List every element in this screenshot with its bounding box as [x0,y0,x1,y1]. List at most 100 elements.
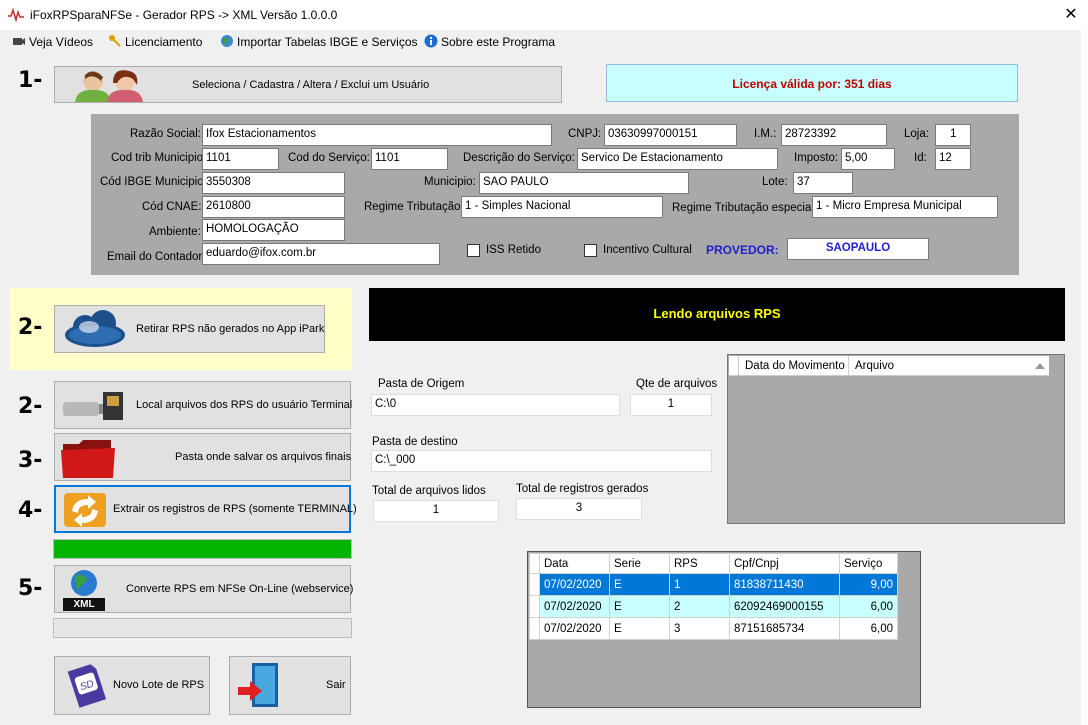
local-arquivos-label: Local arquivos dos RPS do usuário Termin… [136,399,353,411]
pasta-origem-field[interactable]: C:\0 [371,394,620,416]
local-arquivos-button[interactable]: Local arquivos dos RPS do usuário Termin… [54,381,353,429]
globe-icon [220,34,234,48]
app-logo-icon [8,8,24,22]
col-data[interactable]: Data [539,553,610,574]
col-data-movimento[interactable]: Data do Movimento [745,360,845,372]
col-servico[interactable]: Serviço [839,553,898,574]
sair-label: Sair [326,679,346,691]
cnpj-field[interactable]: 03630997000151 [604,124,737,146]
cod-servico-field[interactable]: 1101 [371,148,448,170]
ibge-field[interactable]: 3550308 [202,172,345,194]
title-bar: iFoxRPSparaNFSe - Gerador RPS -> XML Ver… [0,0,1088,30]
loja-label: Loja: [904,128,929,140]
extrair-registros-button[interactable]: Extrair os registros de RPS (somente TER… [54,485,357,534]
sair-button[interactable]: Sair [229,656,351,715]
total-lidos-label: Total de arquivos lidos [372,485,486,497]
imposto-field[interactable]: 5,00 [841,148,895,170]
step-1-label: 1- [18,68,43,93]
lote-field[interactable]: 37 [793,172,853,194]
key-icon [108,34,122,48]
status-banner-text: Lendo arquivos RPS [653,306,781,321]
col-arquivo[interactable]: Arquivo [855,360,894,372]
pasta-destino-field[interactable]: C:\_000 [371,450,712,472]
regime-especial-field[interactable]: 1 - Micro Empresa Municipal [812,196,998,218]
id-field[interactable]: 12 [935,148,971,170]
imposto-label: Imposto: [794,152,839,164]
cnae-field[interactable]: 2610800 [202,196,345,218]
total-gerados-label: Total de registros gerados [516,483,649,495]
menu-licenciamento[interactable]: Licenciamento [108,34,202,52]
col-serie[interactable]: Serie [609,553,670,574]
extrair-registros-label: Extrair os registros de RPS (somente TER… [113,503,357,515]
menu-sobre[interactable]: Sobre este Programa [424,34,555,52]
qte-arquivos-label: Qte de arquivos [636,378,718,390]
license-text: Licença válida por: 351 dias [732,77,892,91]
user-manage-button[interactable]: Seleciona / Cadastra / Altera / Exclui u… [54,66,562,103]
cell-serie: E [609,573,670,596]
cell-servico: 6,00 [839,595,898,618]
row-selector[interactable] [529,595,540,618]
razao-social-field[interactable]: Ifox Estacionamentos [202,124,552,146]
pasta-destino-label: Pasta onde salvar os arquivos finais [175,451,352,463]
menu-bar: Veja Vídeos Licenciamento Importar Tabel… [0,30,1088,54]
table-row[interactable]: 07/02/2020 E 3 87151685734 6,00 [529,617,898,640]
close-icon[interactable]: ✕ [1061,4,1081,23]
table-row[interactable]: 07/02/2020 E 2 62092469000155 6,00 [529,595,898,618]
cell-data: 07/02/2020 [539,573,610,596]
row-selector[interactable] [529,617,540,640]
extract-box-icon [60,489,110,534]
cod-trib-field[interactable]: 1101 [202,148,279,170]
cell-cpf-cnpj: 87151685734 [729,617,840,640]
cell-rps: 3 [669,617,730,640]
menu-veja-videos[interactable]: Veja Vídeos [12,34,93,52]
retirar-rps-button[interactable]: Retirar RPS não gerados no App iPark [54,305,325,353]
col-rps[interactable]: RPS [669,553,730,574]
iss-retido-checkbox[interactable] [467,244,480,257]
novo-lote-button[interactable]: SD Novo Lote de RPS [54,656,210,715]
xml-globe-icon: XML [61,568,107,612]
menu-label: Licenciamento [125,35,203,49]
pasta-origem-label: Pasta de Origem [378,378,465,390]
municipio-label: Municipio: [424,176,476,188]
step-2b-label: 2- [18,394,43,419]
rps-grid[interactable]: Data Serie RPS Cpf/Cnpj Serviço 07/02/20… [527,551,921,708]
exit-door-icon [236,661,286,714]
col-cpf-cnpj[interactable]: Cpf/Cnpj [729,553,840,574]
menu-importar-tabelas[interactable]: Importar Tabelas IBGE e Serviços [220,34,418,52]
incentivo-label: Incentivo Cultural [603,244,692,256]
cell-serie: E [609,595,670,618]
cnae-label: Cód CNAE: [142,201,202,213]
cell-cpf-cnpj: 62092469000155 [729,595,840,618]
step-5-label: 5- [18,576,43,601]
folder-icon [59,436,119,483]
provedor-field: SAOPAULO [787,238,929,260]
pasta-destino-button[interactable]: Pasta onde salvar os arquivos finais [54,433,351,481]
municipio-field[interactable]: SAO PAULO [479,172,689,194]
menu-label: Importar Tabelas IBGE e Serviços [237,35,418,49]
regime-field[interactable]: 1 - Simples Nacional [461,196,663,218]
email-field[interactable]: eduardo@ifox.com.br [202,243,440,265]
cnpj-label: CNPJ: [568,128,602,140]
converte-nfse-button[interactable]: XML Converte RPS em NFSe On-Line (webser… [54,565,353,613]
progress-bar [53,539,352,559]
cell-cpf-cnpj: 81838711430 [729,573,840,596]
lote-label: Lote: [762,176,788,188]
video-camera-icon [12,34,26,48]
cell-serie: E [609,617,670,640]
license-panel: Licença válida por: 351 dias [606,64,1018,102]
total-lidos-field: 1 [373,500,499,522]
loja-field[interactable]: 1 [935,124,971,146]
incentivo-checkbox[interactable] [584,244,597,257]
pasta-destino-path-label: Pasta de destino [372,436,458,448]
id-label: Id: [914,152,927,164]
im-field[interactable]: 28723392 [781,124,887,146]
iss-retido-label: ISS Retido [486,244,541,256]
files-grid[interactable]: Data do Movimento Arquivo [727,354,1065,524]
sd-card-icon: SD [61,663,109,712]
window-edge [1081,30,1088,725]
table-row[interactable]: 07/02/2020 E 1 81838711430 9,00 [529,573,898,596]
im-label: I.M.: [754,128,777,140]
row-selector[interactable] [529,573,540,596]
descricao-field[interactable]: Servico De Estacionamento [577,148,778,170]
ambiente-field[interactable]: HOMOLOGAÇÃO [202,219,345,241]
